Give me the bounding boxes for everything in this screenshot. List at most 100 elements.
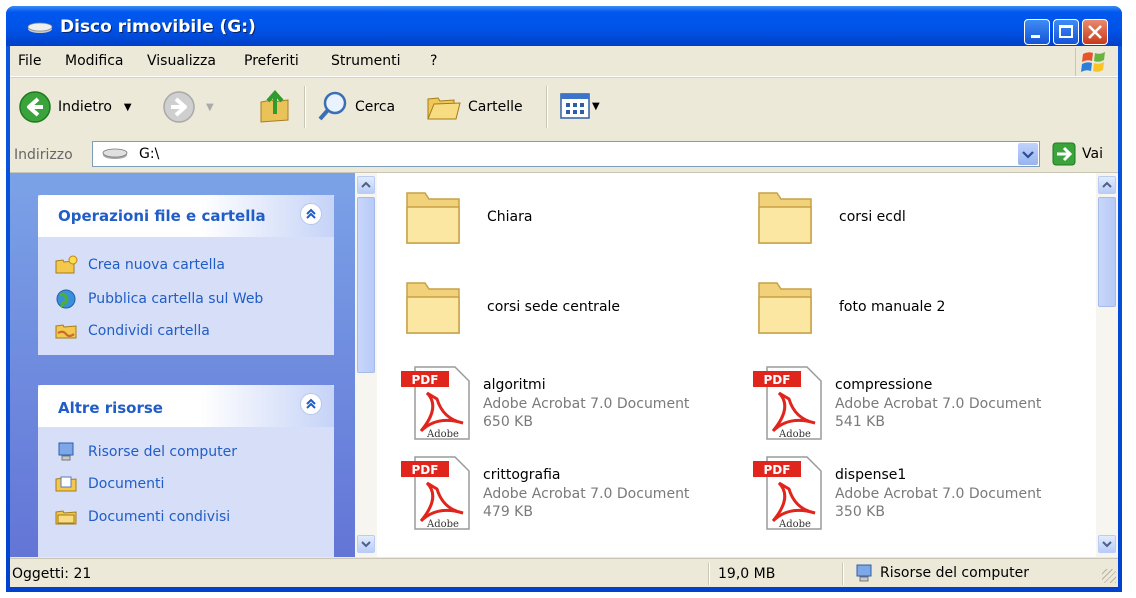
computer-icon — [856, 564, 872, 582]
file-tasks-header[interactable]: Operazioni file e cartella — [38, 195, 334, 237]
search-icon — [318, 91, 347, 121]
pdf-icon: PDF Adobe — [401, 456, 470, 530]
chevron-up-icon — [361, 181, 371, 188]
go-arrow-icon — [1052, 142, 1076, 166]
documents-folder-icon — [55, 476, 77, 492]
pdf-badge: PDF — [412, 373, 439, 387]
address-label: Indirizzo — [14, 147, 73, 163]
pdf-icon: PDF Adobe — [753, 366, 822, 440]
file-size: 479 KB — [483, 504, 533, 520]
scroll-down-button[interactable] — [1098, 535, 1116, 553]
scroll-up-button[interactable] — [1098, 176, 1116, 194]
menu-bar: File Modifica Visualizza Preferiti Strum… — [10, 46, 1118, 77]
folder-icon — [406, 192, 460, 244]
scroll-thumb[interactable] — [1098, 197, 1116, 307]
scroll-down-button[interactable] — [357, 535, 375, 553]
pdf-item[interactable]: PDF Adobe dispense1 Adobe Acrobat 7.0 Do… — [749, 453, 1079, 533]
menu-favorites[interactable]: Preferiti — [244, 53, 299, 69]
file-list: Chiara corsi ecdl corsi sede centrale fo… — [377, 173, 1096, 557]
folder-icon — [758, 282, 812, 334]
scroll-thumb[interactable] — [357, 197, 375, 373]
drive-icon — [102, 148, 128, 159]
main-content: Operazioni file e cartella Crea nuova ca… — [10, 173, 1118, 557]
chevron-double-up-icon — [306, 398, 316, 409]
go-label: Vai — [1082, 146, 1103, 162]
menu-help[interactable]: ? — [430, 53, 437, 69]
place-label: Risorse del computer — [88, 444, 237, 460]
folders-button[interactable]: Cartelle — [426, 90, 523, 124]
task-pane-scrollbar[interactable] — [355, 173, 377, 557]
menu-tools[interactable]: Strumenti — [331, 53, 401, 69]
views-button[interactable]: ▼ — [560, 93, 600, 119]
file-name: foto manuale 2 — [839, 299, 946, 315]
views-dropdown-icon[interactable]: ▼ — [592, 101, 600, 112]
forward-dropdown-icon[interactable]: ▼ — [206, 102, 214, 113]
folder-item[interactable]: foto manuale 2 — [753, 277, 1083, 357]
menu-edit[interactable]: Modifica — [65, 53, 124, 69]
window-client: File Modifica Visualizza Preferiti Strum… — [10, 46, 1118, 587]
file-type: Adobe Acrobat 7.0 Document — [835, 486, 1042, 502]
task-label: Crea nuova cartella — [88, 257, 225, 273]
other-places-header[interactable]: Altre risorse — [38, 385, 334, 427]
file-name: compressione — [835, 377, 933, 393]
maximize-button[interactable] — [1053, 19, 1079, 45]
address-dropdown-button[interactable] — [1018, 143, 1038, 165]
forward-button[interactable]: ▼ — [162, 90, 214, 124]
pdf-brand: Adobe — [778, 429, 811, 440]
toolbar-separator — [304, 86, 306, 128]
file-tasks-title: Operazioni file e cartella — [58, 207, 266, 225]
chevron-down-icon — [1022, 151, 1034, 159]
place-documents[interactable]: Documenti — [54, 474, 164, 494]
file-name: corsi ecdl — [839, 209, 906, 225]
file-size: 541 KB — [835, 414, 885, 430]
file-name: algoritmi — [483, 377, 546, 393]
windows-logo-icon — [1081, 52, 1105, 72]
folder-icon — [406, 282, 460, 334]
up-folder-button[interactable] — [258, 88, 292, 124]
toolbar-separator — [546, 86, 548, 128]
folder-item[interactable]: Chiara — [401, 187, 731, 267]
forward-arrow-icon — [163, 91, 195, 123]
task-new-folder[interactable]: Crea nuova cartella — [54, 255, 225, 275]
share-folder-icon — [55, 324, 77, 339]
back-arrow-icon — [19, 91, 51, 123]
chevron-down-icon — [1102, 541, 1112, 548]
task-share-folder[interactable]: Condividi cartella — [54, 321, 210, 341]
close-button[interactable] — [1082, 19, 1108, 45]
status-location: Risorse del computer — [854, 563, 1029, 583]
place-my-computer[interactable]: Risorse del computer — [54, 441, 237, 463]
globe-icon — [56, 289, 76, 309]
title-bar[interactable]: Disco rimovibile (G:) — [6, 6, 1122, 46]
maximize-icon — [1059, 25, 1073, 38]
resize-grip[interactable] — [1102, 569, 1116, 583]
close-icon — [1088, 25, 1102, 39]
go-button[interactable]: Vai — [1052, 142, 1103, 166]
address-value: G:\ — [139, 146, 160, 162]
address-input[interactable]: G:\ — [92, 141, 1040, 167]
folder-item[interactable]: corsi sede centrale — [401, 277, 731, 357]
back-dropdown-icon[interactable]: ▼ — [124, 102, 132, 113]
menu-file[interactable]: File — [18, 53, 41, 69]
folder-item[interactable]: corsi ecdl — [753, 187, 1083, 267]
file-list-scrollbar[interactable] — [1096, 173, 1118, 557]
back-label: Indietro — [58, 99, 112, 115]
file-name: crittografia — [483, 467, 561, 483]
collapse-toggle[interactable] — [300, 393, 322, 415]
menu-view[interactable]: Visualizza — [147, 53, 216, 69]
pdf-item[interactable]: PDF Adobe compressione Adobe Acrobat 7.0… — [749, 363, 1079, 443]
file-name: corsi sede centrale — [487, 299, 621, 315]
status-object-count: Oggetti: 21 — [12, 566, 92, 582]
pdf-item[interactable]: PDF Adobe crittografia Adobe Acrobat 7.0… — [397, 453, 727, 533]
pdf-item[interactable]: PDF Adobe algoritmi Adobe Acrobat 7.0 Do… — [397, 363, 727, 443]
search-button[interactable]: Cerca — [316, 90, 395, 124]
back-button[interactable]: Indietro ▼ — [18, 90, 132, 124]
pdf-brand: Adobe — [426, 519, 459, 530]
status-location-label: Risorse del computer — [880, 565, 1029, 581]
collapse-toggle[interactable] — [300, 203, 322, 225]
task-publish-web[interactable]: Pubblica cartella sul Web — [54, 288, 263, 310]
scroll-up-button[interactable] — [357, 176, 375, 194]
status-divider — [708, 563, 710, 585]
task-label: Pubblica cartella sul Web — [88, 291, 264, 307]
minimize-button[interactable] — [1024, 19, 1050, 45]
place-shared-documents[interactable]: Documenti condivisi — [54, 507, 230, 527]
